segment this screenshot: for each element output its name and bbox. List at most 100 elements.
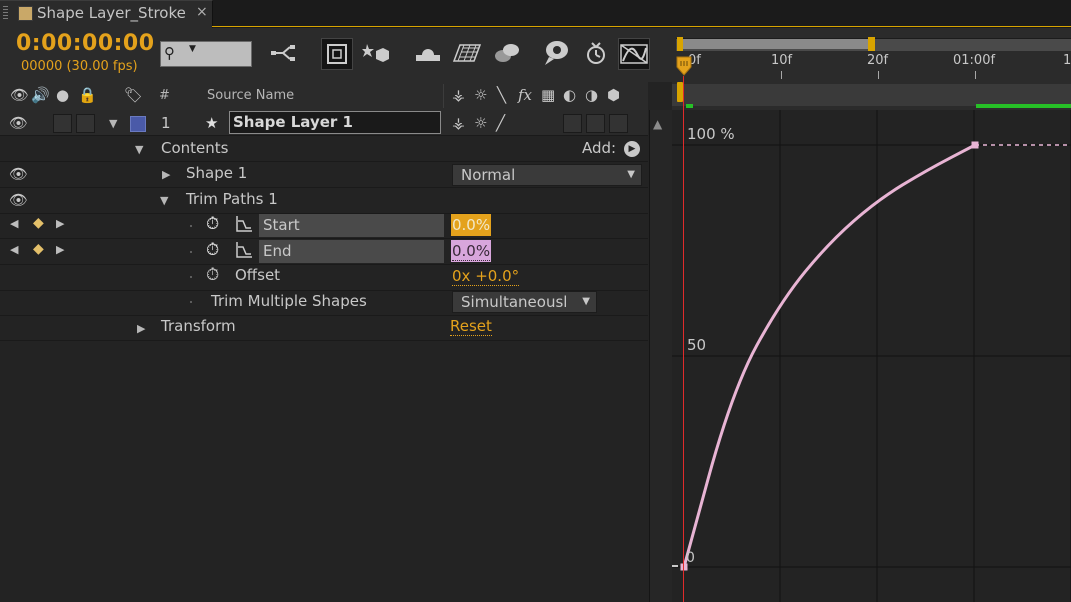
trim-multiple-label: Trim Multiple Shapes [211,292,367,310]
motion-blur-column-icon[interactable]: ◐ [563,86,576,104]
tab-title[interactable]: Shape Layer_Stroke [37,4,186,22]
stopwatch-icon[interactable]: ⏱ [206,240,219,260]
layer-label-color[interactable] [130,116,146,132]
trim-multiple-dropdown[interactable]: Simultaneousl ▼ [452,291,597,313]
tree-dot [190,225,192,227]
property-row-trim-paths[interactable] [0,188,648,214]
brainstorm-icon[interactable] [492,38,522,68]
shy-icon[interactable]: ⚶ [452,86,465,104]
hide-shy-layers-icon[interactable] [361,38,391,68]
auto-keyframe-icon[interactable] [541,38,571,68]
motion-blur-icon[interactable] [452,38,482,68]
trim-paths-expand-triangle-icon[interactable]: ▼ [160,194,168,207]
trim-paths-label: Trim Paths 1 [186,190,278,208]
layer-panel-scrollbar[interactable] [649,110,672,602]
work-area-bar[interactable] [672,84,1071,106]
layer-expand-triangle-icon[interactable]: ▼ [109,117,117,130]
label-tag-icon[interactable]: 🏷 [124,86,143,104]
offset-value[interactable]: 0x +0.0° [452,267,520,286]
layer-name-field[interactable]: Shape Layer 1 [229,111,441,134]
time-navigator-end-handle[interactable] [868,37,875,51]
stopwatch-icon[interactable]: ⏱ [206,265,219,285]
current-time-display[interactable]: 0:00:00:00 [16,31,155,56]
ruler-tick [878,71,879,79]
next-keyframe-icon[interactable]: ▶ [56,217,64,230]
transform-expand-triangle-icon[interactable]: ▶ [137,322,145,335]
composition-mini-flowchart-icon[interactable] [270,38,300,68]
tab-grip-icon[interactable] [3,6,8,21]
blend-mode-dropdown[interactable]: Normal ▼ [452,164,642,186]
add-menu-button[interactable]: ▶ [624,141,640,157]
end-property-field[interactable]: End [259,240,444,263]
layer-shy-switch-icon[interactable]: ⚶ [452,114,465,132]
next-keyframe-icon[interactable]: ▶ [56,243,64,256]
contents-expand-triangle-icon[interactable]: ▼ [135,143,143,156]
contents-label: Contents [161,139,229,157]
reset-link[interactable]: Reset [450,317,492,336]
adjustment-layer-icon[interactable]: ◑ [585,86,598,104]
layer-quality-switch-icon[interactable]: ╱ [496,114,505,132]
layer-number: 1 [161,114,171,132]
layer-motion-blur-switch[interactable] [563,114,582,133]
scroll-up-arrow-icon[interactable]: ▲ [653,117,662,131]
graph-toggle-icon[interactable] [235,215,253,237]
frame-blending-column-icon[interactable]: ▦ [541,86,555,104]
end-value[interactable]: 0.0% [452,242,491,261]
audio-speaker-icon[interactable]: 🔊 [31,86,50,104]
property-row-contents[interactable] [0,136,648,162]
layer-solo-switch[interactable] [53,114,72,133]
tab-close-icon[interactable]: × [196,4,208,20]
keyframe-end-point[interactable] [971,141,979,149]
3d-layer-cube-icon[interactable]: ⬢ [607,86,620,104]
ruler-label-10f: 10f [771,53,793,68]
time-navigator-start-handle[interactable] [677,37,683,51]
shape-1-label: Shape 1 [186,164,248,182]
start-value[interactable]: 0.0% [452,216,491,235]
lock-icon[interactable]: 🔒 [78,86,97,104]
prev-keyframe-icon[interactable]: ◀ [10,217,18,230]
search-icon: ⚲ [164,44,175,62]
draft-3d-icon[interactable] [321,38,353,70]
effects-fx-icon[interactable]: fx [518,86,532,104]
shape-layer-star-icon: ★ [205,114,219,132]
layer-3d-switch[interactable] [609,114,628,133]
add-label[interactable]: Add: [582,139,616,157]
tree-dot [190,301,192,303]
chevron-down-icon: ▼ [627,169,635,180]
property-row-transform[interactable] [0,315,648,341]
chevron-down-icon: ▼ [582,296,590,307]
graph-editor[interactable]: 100 % 50 0 [672,110,1071,602]
solo-dot-icon[interactable]: ● [56,86,69,104]
layer-name[interactable]: Shape Layer 1 [233,113,353,131]
start-property-field[interactable]: Start [259,214,444,237]
current-time-indicator-line[interactable] [683,76,684,602]
layer-visibility-eye-icon[interactable]: 👁 [9,114,28,132]
quality-icon[interactable]: ╲ [497,86,506,104]
column-number[interactable]: # [159,88,170,103]
keyframe-diamond-icon[interactable]: ◆ [33,241,44,257]
search-dropdown-icon[interactable]: ▼ [189,44,196,54]
graph-toggle-icon[interactable] [235,241,253,263]
column-source-name[interactable]: Source Name [207,88,294,103]
shape-1-expand-triangle-icon[interactable]: ▶ [162,168,170,181]
video-eye-icon[interactable]: 👁 [10,86,29,104]
frame-blending-icon[interactable] [413,38,443,68]
tree-dot [190,251,192,253]
ruler-tick [781,71,782,79]
prev-keyframe-icon[interactable]: ◀ [10,243,18,256]
trim-paths-visibility-eye-icon[interactable]: 👁 [9,191,28,209]
layer-adjustment-switch[interactable] [586,114,605,133]
shape-1-visibility-eye-icon[interactable]: 👁 [9,165,28,183]
layer-lock-switch[interactable] [76,114,95,133]
collapse-transformations-icon[interactable]: ☼ [474,86,487,104]
stopwatch-icon[interactable]: ⏱ [206,214,219,234]
time-navigator-bar[interactable] [680,39,870,49]
property-row-offset[interactable] [0,265,648,291]
end-label: End [263,242,292,260]
layer-collapse-switch-icon[interactable]: ☼ [474,114,487,132]
live-update-icon[interactable] [581,38,611,68]
graph-editor-icon[interactable] [618,38,650,70]
keyframe-diamond-icon[interactable]: ◆ [33,215,44,231]
graph-svg[interactable] [672,110,1071,602]
current-time-indicator-head[interactable] [676,56,692,76]
